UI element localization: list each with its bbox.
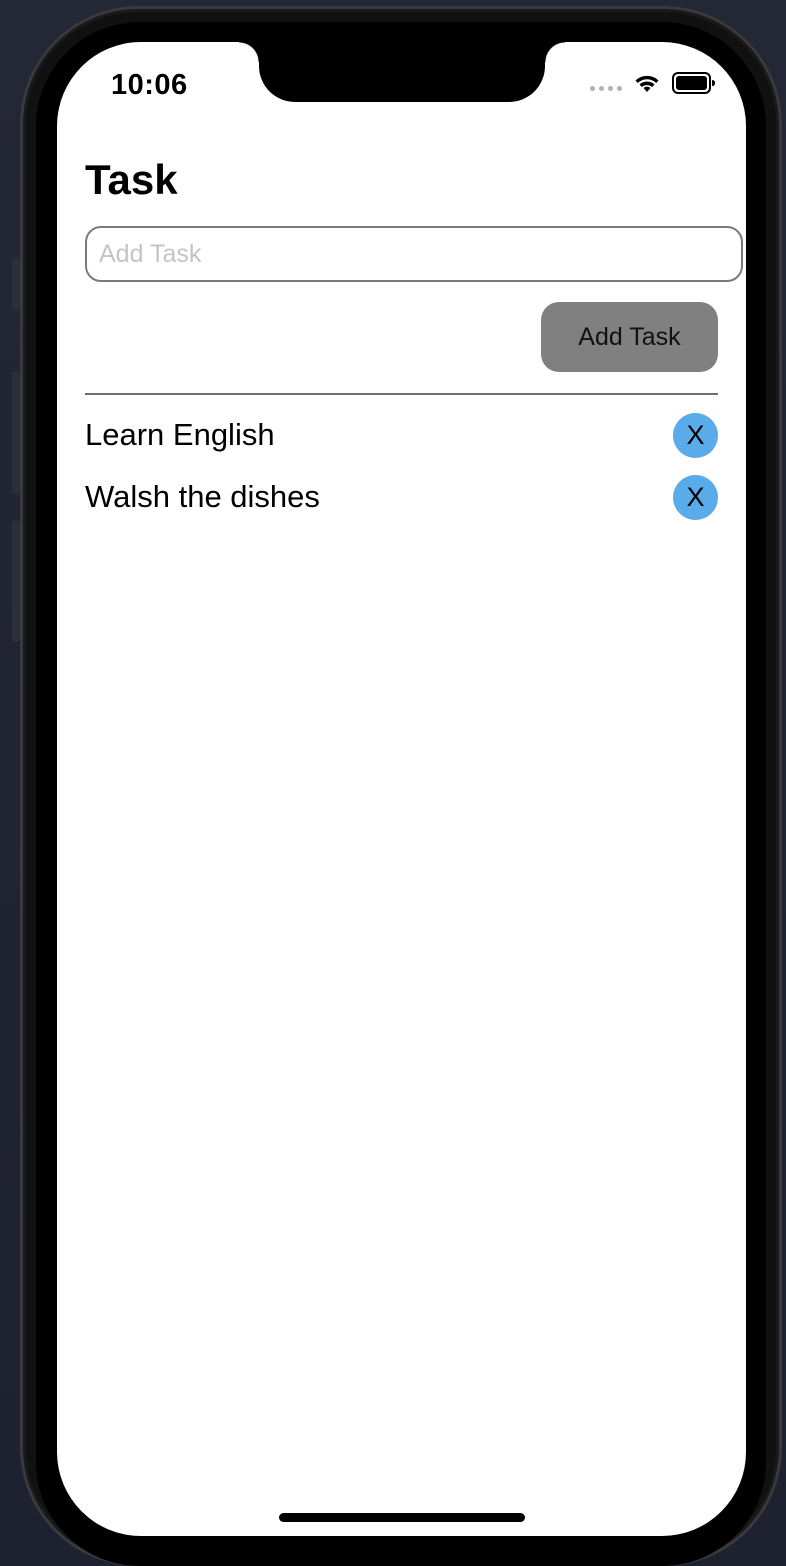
task-label: Learn English	[85, 417, 275, 452]
delete-task-button[interactable]: X	[673, 474, 718, 520]
status-time: 10:06	[111, 69, 188, 101]
side-button	[12, 258, 20, 310]
task-list: Learn English X Walsh the dishes X	[85, 404, 718, 528]
volume-down-button	[12, 520, 20, 642]
notch	[239, 42, 565, 102]
task-label: Walsh the dishes	[85, 479, 320, 514]
add-task-button[interactable]: Add Task	[541, 302, 718, 372]
cellular-signal-icon	[590, 85, 622, 91]
status-icons	[590, 72, 716, 94]
battery-icon	[672, 72, 715, 94]
app-screen: 10:06 Task Add Task Learn English X Wals…	[57, 42, 746, 1536]
divider	[85, 393, 718, 395]
home-indicator[interactable]	[279, 1513, 525, 1522]
add-task-input[interactable]	[85, 226, 743, 282]
delete-task-button[interactable]: X	[673, 412, 718, 458]
page-title: Task	[85, 156, 178, 203]
volume-up-button	[12, 372, 20, 494]
task-item: Walsh the dishes X	[85, 466, 718, 528]
task-item: Learn English X	[85, 404, 718, 466]
wifi-icon	[635, 75, 659, 92]
